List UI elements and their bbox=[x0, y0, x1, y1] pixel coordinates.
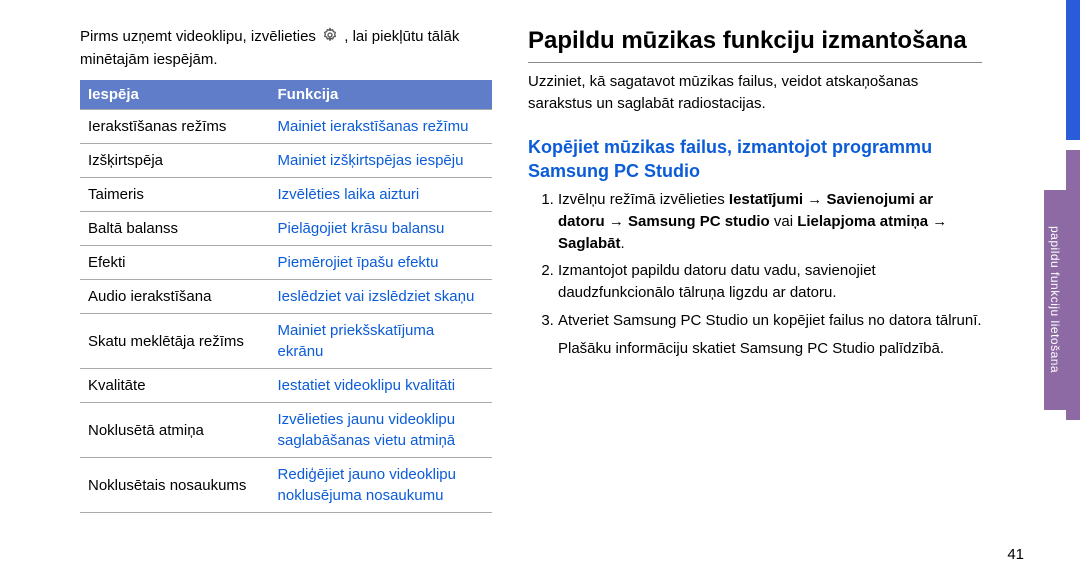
steps-list: Izvēlņu režīmā izvēlieties Iestatījumi →… bbox=[528, 189, 982, 332]
subsection-heading: Kopējiet mūzikas failus, izmantojot prog… bbox=[528, 135, 982, 184]
fn-cell: Iestatiet videoklipu kvalitāti bbox=[270, 369, 492, 403]
step-3: Atveriet Samsung PC Studio un kopējiet f… bbox=[558, 310, 982, 332]
step1-arrow: → bbox=[803, 191, 826, 208]
table-row: Baltā balanssPielāgojiet krāsu balansu bbox=[80, 212, 492, 246]
table-row: Audio ierakstīšanaIeslēdziet vai izslēdz… bbox=[80, 280, 492, 314]
step1-arrow: → bbox=[928, 213, 947, 230]
intro-before: Pirms uzņemt videoklipu, izvēlieties bbox=[80, 28, 320, 45]
opt-cell: Efekti bbox=[80, 246, 270, 280]
table-row: Noklusētā atmiņaIzvēlieties jaunu videok… bbox=[80, 403, 492, 458]
opt-cell: Noklusētā atmiņa bbox=[80, 403, 270, 458]
intro-text: Pirms uzņemt videoklipu, izvēlieties , l… bbox=[80, 26, 492, 70]
table-row: EfektiPiemērojiet īpašu efektu bbox=[80, 246, 492, 280]
fn-cell: Izvēlēties laika aizturi bbox=[270, 178, 492, 212]
opt-cell: Kvalitāte bbox=[80, 369, 270, 403]
table-row: TaimerisIzvēlēties laika aizturi bbox=[80, 178, 492, 212]
opt-cell: Baltā balanss bbox=[80, 212, 270, 246]
edge-tab-blue bbox=[1066, 0, 1080, 140]
table-row: IzšķirtspējaMainiet izšķirtspējas iespēj… bbox=[80, 144, 492, 178]
opt-cell: Taimeris bbox=[80, 178, 270, 212]
edge-tabs bbox=[1066, 0, 1080, 585]
step1-bold: Lielapjoma atmiņa bbox=[797, 213, 928, 230]
fn-cell: Ieslēdziet vai izslēdziet skaņu bbox=[270, 280, 492, 314]
step1-bold: Samsung PC studio bbox=[628, 213, 770, 230]
options-table: Iespēja Funkcija Ierakstīšanas režīmsMai… bbox=[80, 80, 492, 513]
fn-cell: Mainiet izšķirtspējas iespēju bbox=[270, 144, 492, 178]
th-function: Funkcija bbox=[270, 80, 492, 110]
opt-cell: Ierakstīšanas režīms bbox=[80, 110, 270, 144]
fn-cell: Izvēlieties jaunu videoklipu saglabāšana… bbox=[270, 403, 492, 458]
table-row: Ierakstīšanas režīmsMainiet ierakstīšana… bbox=[80, 110, 492, 144]
side-tab-label: papildu funkciju lietošana bbox=[1044, 190, 1066, 410]
gear-icon bbox=[322, 27, 338, 49]
fn-cell: Pielāgojiet krāsu balansu bbox=[270, 212, 492, 246]
step-1: Izvēlņu režīmā izvēlieties Iestatījumi →… bbox=[558, 189, 982, 254]
step1-bold: Saglabāt bbox=[558, 235, 621, 252]
step1-bold: Iestatījumi bbox=[729, 191, 803, 208]
th-option: Iespēja bbox=[80, 80, 270, 110]
section-intro: Uzziniet, kā sagatavot mūzikas failus, v… bbox=[528, 71, 982, 115]
fn-cell: Rediģējiet jauno videoklipu noklusējuma … bbox=[270, 458, 492, 513]
step1-text: Izvēlņu režīmā izvēlieties bbox=[558, 191, 729, 208]
fn-cell: Mainiet priekšskatījuma ekrānu bbox=[270, 314, 492, 369]
table-row: Noklusētais nosaukumsRediģējiet jauno vi… bbox=[80, 458, 492, 513]
table-row: KvalitāteIestatiet videoklipu kvalitāti bbox=[80, 369, 492, 403]
fn-cell: Mainiet ierakstīšanas režīmu bbox=[270, 110, 492, 144]
opt-cell: Noklusētais nosaukums bbox=[80, 458, 270, 513]
step1-text: . bbox=[621, 235, 625, 252]
opt-cell: Audio ierakstīšana bbox=[80, 280, 270, 314]
after-steps-text: Plašāku informāciju skatiet Samsung PC S… bbox=[528, 338, 982, 360]
step1-text: vai bbox=[770, 213, 798, 230]
edge-tab-purple bbox=[1066, 150, 1080, 420]
page-number: 41 bbox=[1007, 546, 1024, 563]
section-heading: Papildu mūzikas funkciju izmantošana bbox=[528, 26, 982, 63]
table-row: Skatu meklētāja režīmsMainiet priekšskat… bbox=[80, 314, 492, 369]
fn-cell: Piemērojiet īpašu efektu bbox=[270, 246, 492, 280]
step-2: Izmantojot papildu datoru datu vadu, sav… bbox=[558, 260, 982, 304]
step1-arrow: → bbox=[605, 213, 628, 230]
opt-cell: Skatu meklētāja režīms bbox=[80, 314, 270, 369]
opt-cell: Izšķirtspēja bbox=[80, 144, 270, 178]
